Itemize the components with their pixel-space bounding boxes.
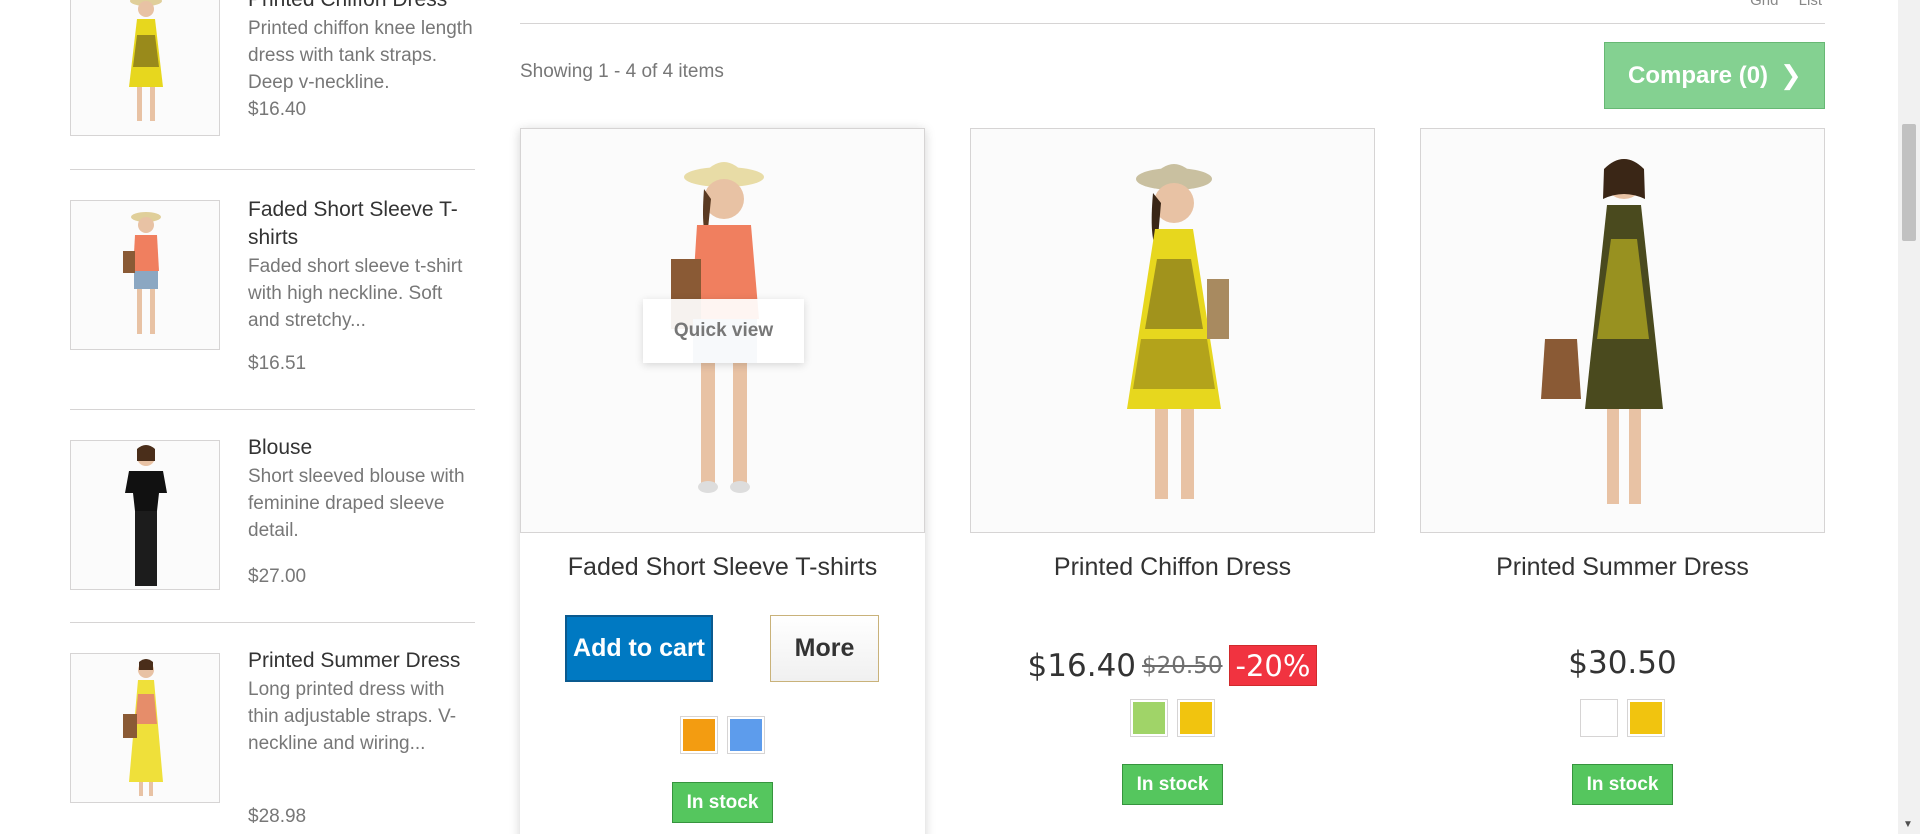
color-swatches <box>520 716 925 754</box>
compare-button[interactable]: Compare (0) ❯ <box>1604 42 1825 109</box>
product-thumbnail[interactable] <box>70 440 220 590</box>
more-button[interactable]: More <box>770 615 879 682</box>
discount-badge: -20% <box>1228 645 1318 686</box>
product-name[interactable]: Printed Summer Dress <box>1420 553 1825 582</box>
compare-label: Compare (0) <box>1628 61 1769 89</box>
stock-badge: In stock <box>1122 764 1223 805</box>
stock-badge: In stock <box>672 782 773 823</box>
product-thumbnail[interactable] <box>70 653 220 803</box>
color-swatch-orange[interactable] <box>680 716 718 754</box>
divider <box>70 409 475 410</box>
price-row: $30.50 <box>1420 645 1825 681</box>
sidebar-product-name[interactable]: Faded Short Sleeve T-shirts <box>248 196 476 252</box>
quick-view-button[interactable]: Quick view <box>643 299 804 363</box>
chiffon-dress-model-image <box>1127 164 1229 499</box>
tshirt-model-icon <box>123 212 161 334</box>
color-swatch-yellow[interactable] <box>1177 699 1215 737</box>
divider <box>520 23 1825 24</box>
color-swatch-green[interactable] <box>1130 699 1168 737</box>
stock-badge: In stock <box>1572 764 1673 805</box>
product-name[interactable]: Printed Chiffon Dress <box>970 553 1375 582</box>
add-to-cart-button[interactable]: Add to cart <box>565 615 713 682</box>
color-swatch-blue[interactable] <box>727 716 765 754</box>
summer-dress-model-image <box>1541 159 1663 504</box>
sidebar-product-name[interactable]: Printed Summer Dress <box>248 647 476 675</box>
scrollbar-thumb[interactable] <box>1902 124 1916 241</box>
view-switcher: Grid List <box>1734 0 1822 9</box>
dress-figure-icon <box>129 0 163 121</box>
color-swatch-yellow[interactable] <box>1627 699 1665 737</box>
product-image[interactable] <box>1420 128 1825 533</box>
list-view-link[interactable]: List <box>1799 0 1822 9</box>
sidebar-product-desc: Faded short sleeve t-shirt with high nec… <box>248 256 463 331</box>
color-swatches <box>970 699 1375 737</box>
sidebar-product-price: $28.98 <box>248 806 307 827</box>
product-card: Quick view Faded Short Sleeve T-shirts A… <box>520 128 925 834</box>
sidebar-product-name[interactable]: Printed Chiffon Dress <box>248 0 476 14</box>
sidebar-product-price: $16.40 <box>248 99 307 120</box>
vertical-scrollbar[interactable]: ▼ <box>1898 0 1920 834</box>
color-swatches <box>1420 699 1825 737</box>
divider <box>70 169 475 170</box>
sidebar-product-price: $27.00 <box>248 566 307 587</box>
sidebar-product-price: $16.51 <box>248 353 307 374</box>
results-count: Showing 1 - 4 of 4 items <box>520 61 724 82</box>
blouse-model-icon <box>125 445 167 586</box>
summer-dress-model-icon <box>123 659 163 796</box>
scroll-down-arrow-icon[interactable]: ▼ <box>1903 819 1913 830</box>
price-row: $16.40 $20.50 -20% <box>970 645 1375 686</box>
chevron-right-icon: ❯ <box>1780 60 1802 90</box>
product-thumbnail[interactable] <box>70 0 220 136</box>
sidebar-product-name[interactable]: Blouse <box>248 434 476 462</box>
color-swatch-white[interactable] <box>1580 699 1618 737</box>
product-image[interactable] <box>970 128 1375 533</box>
product-price: $16.40 <box>1027 647 1137 684</box>
sidebar-product-desc: Short sleeved blouse with feminine drape… <box>248 466 465 541</box>
grid-view-link[interactable]: Grid <box>1750 0 1778 9</box>
old-price: $20.50 <box>1142 652 1223 679</box>
product-name[interactable]: Faded Short Sleeve T-shirts <box>520 553 925 582</box>
product-price: $30.50 <box>1568 645 1677 681</box>
sidebar-product-desc: Printed chiffon knee length dress with t… <box>248 18 473 93</box>
product-image[interactable]: Quick view <box>520 128 925 533</box>
product-thumbnail[interactable] <box>70 200 220 350</box>
divider <box>70 622 475 623</box>
sidebar-product-desc: Long printed dress with thin adjustable … <box>248 679 457 754</box>
